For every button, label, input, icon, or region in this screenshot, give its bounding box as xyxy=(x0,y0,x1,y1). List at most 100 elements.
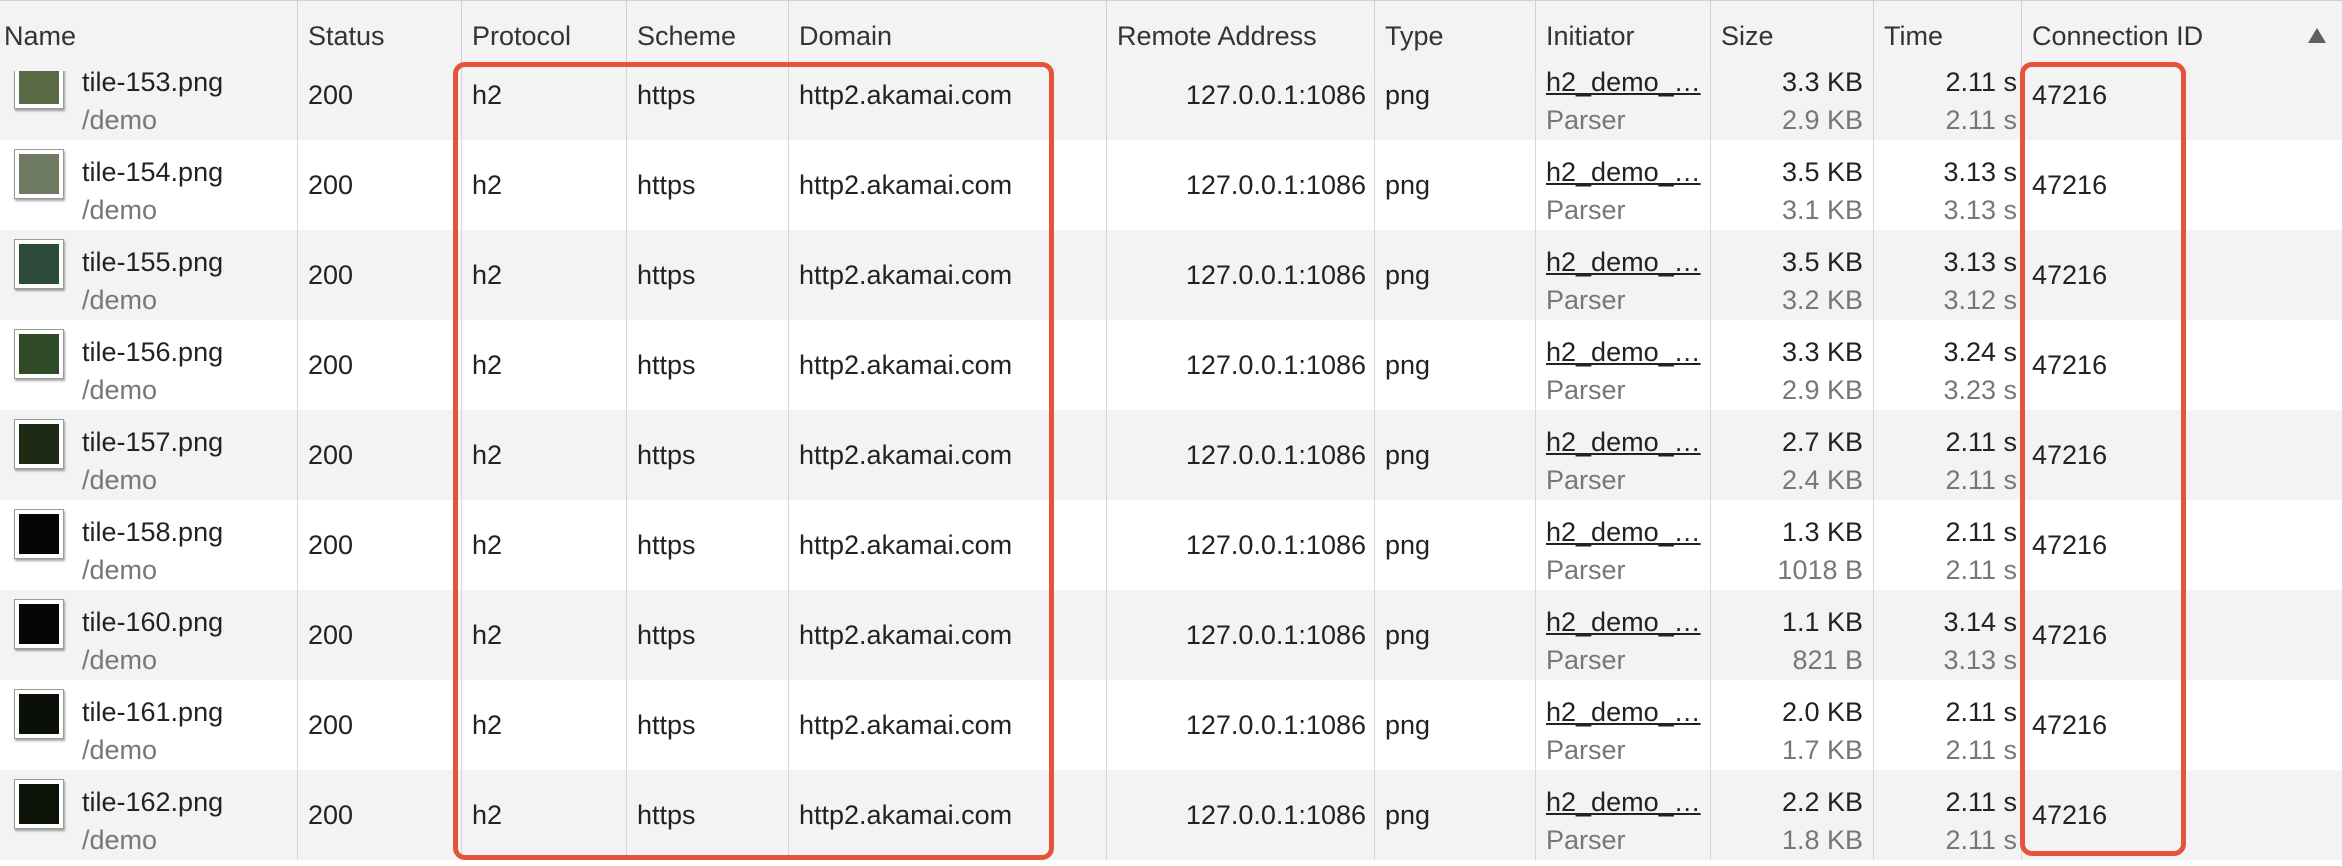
cell-name[interactable]: tile-161.png /demo xyxy=(0,680,298,770)
initiator-type: Parser xyxy=(1546,645,1626,675)
thumbnail-image xyxy=(19,154,59,194)
initiator-link[interactable]: h2_demo_… xyxy=(1546,423,1706,461)
initiator-link[interactable]: h2_demo_… xyxy=(1546,603,1706,641)
scheme-value: https xyxy=(637,350,696,380)
file-path: /demo xyxy=(82,285,158,315)
size-transferred: 3.3 KB xyxy=(1781,337,1863,367)
connection-id-value: 47216 xyxy=(2032,800,2108,830)
time-total: 3.13 s xyxy=(1943,157,2017,187)
cell-domain: http2.akamai.com xyxy=(789,71,1107,140)
initiator-link[interactable]: h2_demo_… xyxy=(1546,333,1706,371)
scheme-value: https xyxy=(637,80,696,110)
status-code: 200 xyxy=(308,440,354,470)
protocol-value: h2 xyxy=(472,800,503,830)
time-latency: 2.11 s xyxy=(1945,105,2017,135)
cell-scheme: https xyxy=(627,680,789,770)
name-lines: tile-157.png /demo xyxy=(82,423,223,499)
column-header-status[interactable]: Status xyxy=(298,1,462,71)
column-header-domain[interactable]: Domain xyxy=(789,1,1107,71)
file-name: tile-154.png xyxy=(82,157,224,187)
file-name: tile-162.png xyxy=(82,787,224,817)
type-value: png xyxy=(1385,170,1431,200)
initiator-link[interactable]: h2_demo_… xyxy=(1546,693,1706,731)
cell-status: 200 xyxy=(298,320,462,410)
protocol-value: h2 xyxy=(472,80,503,110)
cell-remote-address: 127.0.0.1:1086 xyxy=(1107,410,1375,500)
table-row[interactable]: tile-158.png /demo 200 h2 https http2.ak… xyxy=(0,500,2342,590)
initiator-link[interactable]: h2_demo_… xyxy=(1546,513,1706,551)
initiator-link[interactable]: h2_demo_… xyxy=(1546,153,1706,191)
cell-remote-address: 127.0.0.1:1086 xyxy=(1107,770,1375,860)
remote-address-value: 127.0.0.1:1086 xyxy=(1185,170,1366,200)
connection-id-value: 47216 xyxy=(2032,440,2108,470)
cell-remote-address: 127.0.0.1:1086 xyxy=(1107,230,1375,320)
column-header-scheme[interactable]: Scheme xyxy=(627,1,789,71)
thumbnail-image xyxy=(19,784,59,824)
table-row[interactable]: tile-156.png /demo 200 h2 https http2.ak… xyxy=(0,320,2342,410)
image-thumbnail xyxy=(14,779,64,829)
size-transferred: 3.3 KB xyxy=(1781,71,1863,97)
cell-time: 2.11 s 2.11 s xyxy=(1874,71,2022,140)
cell-status: 200 xyxy=(298,230,462,320)
cell-initiator: h2_demo_… Parser xyxy=(1536,140,1711,230)
time-total: 3.13 s xyxy=(1943,247,2017,277)
initiator-link[interactable]: h2_demo_… xyxy=(1546,783,1706,821)
table-row[interactable]: tile-154.png /demo 200 h2 https http2.ak… xyxy=(0,140,2342,230)
table-row[interactable]: tile-155.png /demo 200 h2 https http2.ak… xyxy=(0,230,2342,320)
cell-domain: http2.akamai.com xyxy=(789,140,1107,230)
size-resource: 2.9 KB xyxy=(1781,105,1863,135)
file-name: tile-155.png xyxy=(82,247,224,277)
cell-name[interactable]: tile-160.png /demo xyxy=(0,590,298,680)
column-header-time[interactable]: Time xyxy=(1874,1,2022,71)
cell-name[interactable]: tile-158.png /demo xyxy=(0,500,298,590)
cell-name[interactable]: tile-155.png /demo xyxy=(0,230,298,320)
table-header: Name Status Protocol Scheme Domain Remot… xyxy=(0,0,2342,72)
time-total: 2.11 s xyxy=(1945,787,2017,817)
cell-name[interactable]: tile-156.png /demo xyxy=(0,320,298,410)
cell-size: 2.7 KB 2.4 KB xyxy=(1711,410,1874,500)
time-total: 2.11 s xyxy=(1945,517,2017,547)
cell-time: 3.13 s 3.12 s xyxy=(1874,230,2022,320)
cell-initiator: h2_demo_… Parser xyxy=(1536,680,1711,770)
cell-status: 200 xyxy=(298,410,462,500)
cell-name[interactable]: tile-157.png /demo xyxy=(0,410,298,500)
cell-size: 1.1 KB 821 B xyxy=(1711,590,1874,680)
connection-id-value: 47216 xyxy=(2032,80,2108,110)
thumbnail-image xyxy=(19,244,59,284)
initiator-link[interactable]: h2_demo_… xyxy=(1546,71,1706,101)
cell-connection-id: 47216 xyxy=(2022,71,2342,140)
column-header-size[interactable]: Size xyxy=(1711,1,1874,71)
table-body: tile-153.png /demo 200 h2 https http2.ak… xyxy=(0,71,2342,866)
column-header-name[interactable]: Name xyxy=(0,1,298,71)
cell-domain: http2.akamai.com xyxy=(789,770,1107,860)
column-header-protocol[interactable]: Protocol xyxy=(462,1,627,71)
cell-remote-address: 127.0.0.1:1086 xyxy=(1107,320,1375,410)
column-header-initiator[interactable]: Initiator xyxy=(1536,1,1711,71)
cell-name[interactable]: tile-154.png /demo xyxy=(0,140,298,230)
domain-value: http2.akamai.com xyxy=(799,350,1013,380)
initiator-type: Parser xyxy=(1546,285,1626,315)
file-name: tile-156.png xyxy=(82,337,224,367)
cell-name[interactable]: tile-162.png /demo xyxy=(0,770,298,860)
table-row[interactable]: tile-160.png /demo 200 h2 https http2.ak… xyxy=(0,590,2342,680)
initiator-link[interactable]: h2_demo_… xyxy=(1546,243,1706,281)
table-row[interactable]: tile-161.png /demo 200 h2 https http2.ak… xyxy=(0,680,2342,770)
time-total: 3.24 s xyxy=(1943,337,2017,367)
cell-status: 200 xyxy=(298,590,462,680)
column-header-remote-address[interactable]: Remote Address xyxy=(1107,1,1375,71)
file-name: tile-158.png xyxy=(82,517,224,547)
table-row[interactable]: tile-162.png /demo 200 h2 https http2.ak… xyxy=(0,770,2342,860)
size-resource: 1018 B xyxy=(1777,555,1863,585)
size-transferred: 2.2 KB xyxy=(1781,787,1863,817)
column-header-connection-id[interactable]: Connection ID xyxy=(2022,1,2342,71)
column-header-type[interactable]: Type xyxy=(1375,1,1536,71)
table-row[interactable]: tile-157.png /demo 200 h2 https http2.ak… xyxy=(0,410,2342,500)
cell-protocol: h2 xyxy=(462,770,627,860)
cell-name[interactable]: tile-153.png /demo xyxy=(0,71,298,140)
type-value: png xyxy=(1385,530,1431,560)
size-transferred: 3.5 KB xyxy=(1781,157,1863,187)
cell-connection-id: 47216 xyxy=(2022,140,2342,230)
table-row[interactable]: tile-153.png /demo 200 h2 https http2.ak… xyxy=(0,71,2342,140)
thumbnail-image xyxy=(19,334,59,374)
cell-connection-id: 47216 xyxy=(2022,320,2342,410)
